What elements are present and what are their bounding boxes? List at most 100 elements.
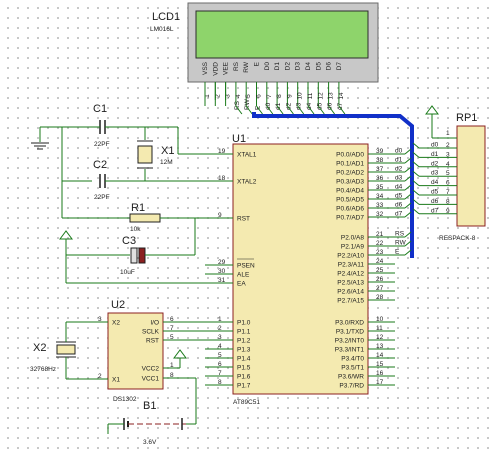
c2-ref: C2	[93, 159, 107, 171]
mcu-value: AT89C51	[233, 399, 260, 406]
lcd-net-label: d5	[316, 102, 323, 110]
lcd-module[interactable]: LCD1 LM016L VSS VDD VEE RS RW E D0 D1 D2 D3 D4 D5 D6…	[150, 2, 379, 115]
rp-net-label: d2	[431, 160, 439, 167]
mcu-right-pin-number: 10	[376, 316, 384, 323]
lcd-net-label: d3	[296, 102, 303, 110]
mcu-right-pin-label: P0.1/AD1	[336, 161, 364, 168]
mcu-right-pin-number: 12	[376, 334, 384, 341]
mcu-net-label: d3	[395, 175, 403, 182]
mcu-right-pin-number: 22	[376, 240, 384, 247]
mcu-right-pin-number: 25	[376, 267, 384, 274]
crystal-network: C1 22PF C2 22PF X1 12M	[31, 103, 233, 201]
u2-right-pin-number: 6	[170, 316, 174, 323]
mcu-right-pin-label: P2.0/A8	[341, 235, 365, 242]
lcd-ref: LCD1	[152, 11, 180, 23]
resistor-pack-rp1[interactable]: RP1 RESPACK-8 1 d0 2 d1 3 d2 4 d3 5 d4 6 d5 7 d6 8 d7 9	[412, 105, 486, 242]
mcu-left-pin-label: XTAL2	[237, 179, 257, 186]
mcu-right-pin-label: P3.4/T0	[341, 356, 364, 363]
x1-ref: X1	[161, 145, 174, 157]
x2-value: 32768Hz	[30, 366, 56, 373]
mcu-right-pin-label: P3.3/INT1	[335, 347, 365, 354]
c2-value: 22PF	[94, 194, 110, 201]
lcd-net-label: d4	[306, 102, 313, 110]
mcu-right-pin-label: P0.6/AD6	[336, 206, 364, 213]
mcu-at89c51[interactable]: U1 AT89C51 19 XTAL118 XTAL29 RST29 PSEN30 ALE…	[205, 133, 412, 406]
u2-right-pin-label: I/O	[150, 320, 159, 327]
schematic-canvas[interactable]: LCD1 LM016L VSS VDD VEE RS RW E D0 D1 D2 D3 D4 D5 D6…	[0, 0, 494, 449]
mcu-left-pin-label: P1.2	[237, 338, 251, 345]
crystal-x2[interactable]: X2 32768Hz	[30, 321, 90, 380]
rtc-ds1302[interactable]: U2 DS1302 3 X22 X16I/O7SCLK5RST1VCC28VCC1	[90, 299, 233, 403]
u2-value: DS1302	[113, 396, 137, 403]
mcu-left-pin-number: 29	[218, 259, 226, 266]
rp-net-label: d3	[431, 170, 439, 177]
mcu-right-pin-number: 35	[376, 184, 384, 191]
lcd-value: LM016L	[150, 26, 174, 33]
lcd-pin-label: D4	[305, 62, 312, 71]
mcu-left-pin-number: 4	[218, 343, 222, 350]
x2-ref: X2	[33, 342, 46, 354]
rp-net-label: d0	[431, 142, 439, 149]
lcd-pin-number: 4	[235, 94, 242, 98]
mcu-right-pin-label: P0.0/AD0	[336, 152, 364, 159]
mcu-left-pin-number: 6	[218, 361, 222, 368]
mcu-right-pin-label: P2.2/A10	[337, 253, 364, 260]
mcu-right-pin-number: 16	[376, 370, 384, 377]
u2-left-pin-number: 3	[98, 316, 102, 323]
mcu-net-label: d2	[395, 166, 403, 173]
mcu-left-pin-label: P1.4	[237, 356, 251, 363]
mcu-right-pin-label: P0.7/AD7	[336, 215, 364, 222]
mcu-left-pin-label: P1.0	[237, 320, 251, 327]
mcu-right-pin-label: P3.5/T1	[341, 365, 364, 372]
u2-right-pin-label: VCC1	[142, 376, 160, 383]
mcu-right-pin-number: 28	[376, 294, 384, 301]
resistor-r1[interactable]: R1 10k	[129, 202, 161, 233]
capacitor-c2[interactable]: C2 22PF	[93, 159, 110, 201]
rp-net-label: d1	[431, 151, 439, 158]
mcu-left-pin-label: EA	[237, 281, 246, 288]
mcu-right-pin-label: P2.6/A14	[337, 289, 364, 296]
c3-value: 10uF	[120, 269, 135, 276]
mcu-right-pin-number: 33	[376, 202, 384, 209]
lcd-net-label: d0	[265, 102, 272, 110]
mcu-left-pin-label: P1.3	[237, 347, 251, 354]
lcd-screen	[195, 10, 369, 59]
u2-right-pin-number: 8	[170, 372, 174, 379]
lcd-pin-label: D0	[264, 62, 271, 71]
mcu-left-pin-label: P1.6	[237, 374, 251, 381]
x1-value: 12M	[160, 159, 173, 166]
capacitor-c1[interactable]: C1 22PF	[93, 103, 110, 148]
mcu-net-label: d7	[395, 211, 403, 218]
u2-right-pin-label: SCLK	[142, 329, 160, 336]
r1-value: 10k	[130, 226, 141, 233]
mcu-right-pin-number: 15	[376, 361, 384, 368]
mcu-left-pin-number: 5	[218, 352, 222, 359]
u2-ref: U2	[111, 299, 125, 311]
lcd-pin-label: VDD	[212, 62, 219, 76]
rp-net-label: d5	[431, 189, 439, 196]
mcu-right-pin-number: 27	[376, 285, 384, 292]
u2-right-pin-number: 7	[170, 325, 174, 332]
mcu-right-pin-number: 14	[376, 352, 384, 359]
mcu-net-label: RW	[395, 240, 407, 247]
mcu-right-pin-number: 37	[376, 166, 384, 173]
mcu-right-pin-label: P2.7/A15	[337, 298, 364, 305]
lcd-pin-label: VEE	[223, 61, 230, 75]
mcu-ref: U1	[232, 133, 246, 145]
u2-left-pin-number: 2	[98, 373, 102, 380]
mcu-right-pin-label: P0.5/AD5	[336, 197, 364, 204]
lcd-net-label: d1	[275, 102, 282, 110]
mcu-left-pin-label: P1.1	[237, 329, 251, 336]
lcd-net-label: d7	[337, 102, 344, 110]
crystal-x1[interactable]: X1 12M	[137, 127, 174, 181]
c1-value: 22PF	[94, 141, 110, 148]
mcu-right-pin-number: 36	[376, 175, 384, 182]
c1-ref: C1	[93, 103, 107, 115]
mcu-left-pin-label: RST	[237, 216, 250, 223]
mcu-right-pin-label: P2.3/A11	[338, 262, 365, 269]
mcu-right-pin-label: P3.7/RD	[339, 383, 364, 390]
mcu-right-pin-number: 32	[376, 211, 384, 218]
lcd-pin-label: D2	[284, 62, 291, 71]
schematic-svg: LCD1 LM016L VSS VDD VEE RS RW E D0 D1 D2 D3 D4 D5 D6…	[30, 2, 486, 446]
rp-pin-number: 8	[446, 198, 450, 205]
